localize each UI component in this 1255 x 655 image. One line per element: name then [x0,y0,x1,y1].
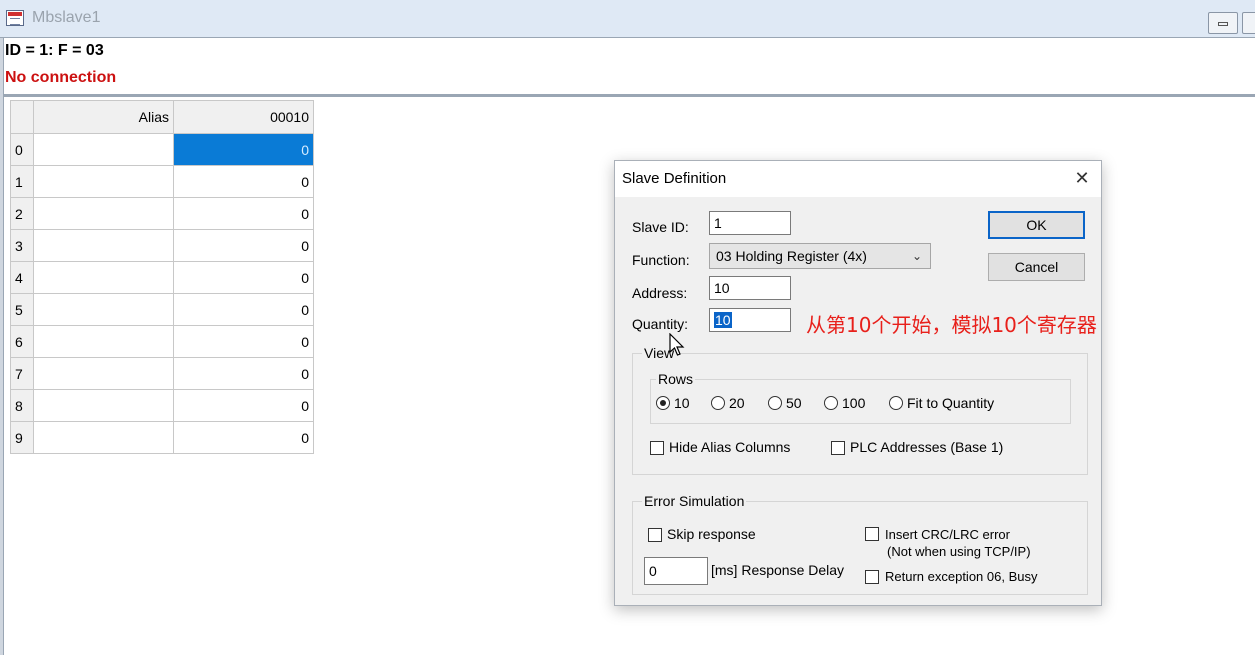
insert-crc-note: (Not when using TCP/IP) [887,544,1031,559]
alias-cell[interactable] [33,357,174,390]
function-select[interactable]: 03 Holding Register (4x) ⌄ [709,243,931,269]
alias-cell[interactable] [33,293,174,326]
return-exception-checkbox[interactable] [865,570,879,584]
alias-cell[interactable] [33,421,174,454]
alias-cell[interactable] [33,325,174,358]
value-cell[interactable]: 0 [173,293,314,326]
minimize-button[interactable] [1208,12,1238,34]
response-delay-input[interactable]: 0 [644,557,708,585]
row-number: 1 [10,165,34,198]
row-number: 8 [10,389,34,422]
alias-cell[interactable] [33,389,174,422]
alias-column-header[interactable]: Alias [33,100,174,134]
window-titlebar: Mbslave1 [0,0,1255,38]
connection-status: No connection [5,69,117,86]
rows-radio-10[interactable] [656,396,670,410]
mouse-cursor-icon [669,333,685,356]
rows-radio-fit-label: Fit to Quantity [907,395,995,411]
insert-crc-label: Insert CRC/LRC error [885,527,1010,542]
quantity-label: Quantity: [632,316,689,332]
window-left-border [0,38,4,655]
row-number: 5 [10,293,34,326]
function-label: Function: [632,252,690,268]
slave-id-input[interactable]: 1 [709,211,791,235]
grid-header-row: Alias 00010 [10,100,314,134]
rows-radio-20[interactable] [711,396,725,410]
value-cell[interactable]: 0 [173,325,314,358]
return-exception-label: Return exception 06, Busy [885,569,1038,584]
dialog-titlebar[interactable]: Slave Definition ✕ [615,161,1101,197]
rows-radio-100-label: 100 [842,395,866,411]
alias-cell[interactable] [33,133,174,166]
cancel-button[interactable]: Cancel [988,253,1085,281]
restore-button[interactable] [1242,12,1255,34]
app-icon [6,10,24,26]
address-label: Address: [632,285,688,301]
insert-crc-checkbox[interactable] [865,527,879,541]
value-cell[interactable]: 0 [173,133,314,166]
rows-radio-50-label: 50 [786,395,802,411]
value-cell[interactable]: 0 [173,229,314,262]
row-number: 7 [10,357,34,390]
value-cell[interactable]: 0 [173,197,314,230]
value-cell[interactable]: 0 [173,357,314,390]
status-id-line: ID = 1: F = 03 [5,42,104,59]
rows-radio-50[interactable] [768,396,782,410]
address-input[interactable]: 10 [709,276,791,300]
value-cell[interactable]: 0 [173,421,314,454]
rows-radio-100[interactable] [824,396,838,410]
slave-id-label: Slave ID: [632,219,689,235]
plc-addresses-checkbox[interactable] [831,441,845,455]
rows-radio-fit[interactable] [889,396,903,410]
ok-button[interactable]: OK [988,211,1085,239]
quantity-value: 10 [714,312,732,328]
skip-response-label: Skip response [667,526,756,542]
row-number: 2 [10,197,34,230]
row-number: 0 [10,133,34,166]
error-simulation-label: Error Simulation [642,493,747,509]
response-delay-label: [ms] Response Delay [711,562,845,578]
table-row[interactable]: 1 0 [10,165,314,198]
alias-cell[interactable] [33,165,174,198]
alias-cell[interactable] [33,197,174,230]
table-row[interactable]: 8 0 [10,389,314,422]
table-row[interactable]: 4 0 [10,261,314,294]
table-row[interactable]: 5 0 [10,293,314,326]
value-cell[interactable]: 0 [173,165,314,198]
rows-radio-10-label: 10 [674,395,690,411]
table-row[interactable]: 2 0 [10,197,314,230]
address-column-header[interactable]: 00010 [173,100,314,134]
dialog-title: Slave Definition [622,170,727,187]
window-title: Mbslave1 [32,9,101,26]
chevron-down-icon: ⌄ [911,249,922,263]
value-cell[interactable]: 0 [173,261,314,294]
slave-definition-dialog: Slave Definition ✕ Slave ID: 1 Function:… [614,160,1102,606]
hide-alias-label: Hide Alias Columns [669,439,791,455]
alias-cell[interactable] [33,261,174,294]
rows-radio-20-label: 20 [729,395,745,411]
skip-response-checkbox[interactable] [648,528,662,542]
table-row[interactable]: 0 0 [10,133,314,166]
row-number-header [10,100,34,134]
table-row[interactable]: 3 0 [10,229,314,262]
row-number: 3 [10,229,34,262]
plc-addresses-label: PLC Addresses (Base 1) [850,439,1004,455]
annotation-text: 从第10个开始，模拟10个寄存器 [806,313,1097,337]
function-selected-value: 03 Holding Register (4x) [716,248,867,264]
register-grid[interactable]: Alias 00010 0 0 1 0 2 0 3 0 4 0 5 0 6 0 … [10,100,314,454]
header-separator [4,94,1255,97]
close-icon[interactable]: ✕ [1071,167,1093,189]
table-row[interactable]: 9 0 [10,421,314,454]
row-number: 6 [10,325,34,358]
quantity-input[interactable]: 10 [709,308,791,332]
row-number: 4 [10,261,34,294]
alias-cell[interactable] [33,229,174,262]
table-row[interactable]: 7 0 [10,357,314,390]
row-number: 9 [10,421,34,454]
value-cell[interactable]: 0 [173,389,314,422]
hide-alias-checkbox[interactable] [650,441,664,455]
rows-group-label: Rows [656,371,696,387]
table-row[interactable]: 6 0 [10,325,314,358]
